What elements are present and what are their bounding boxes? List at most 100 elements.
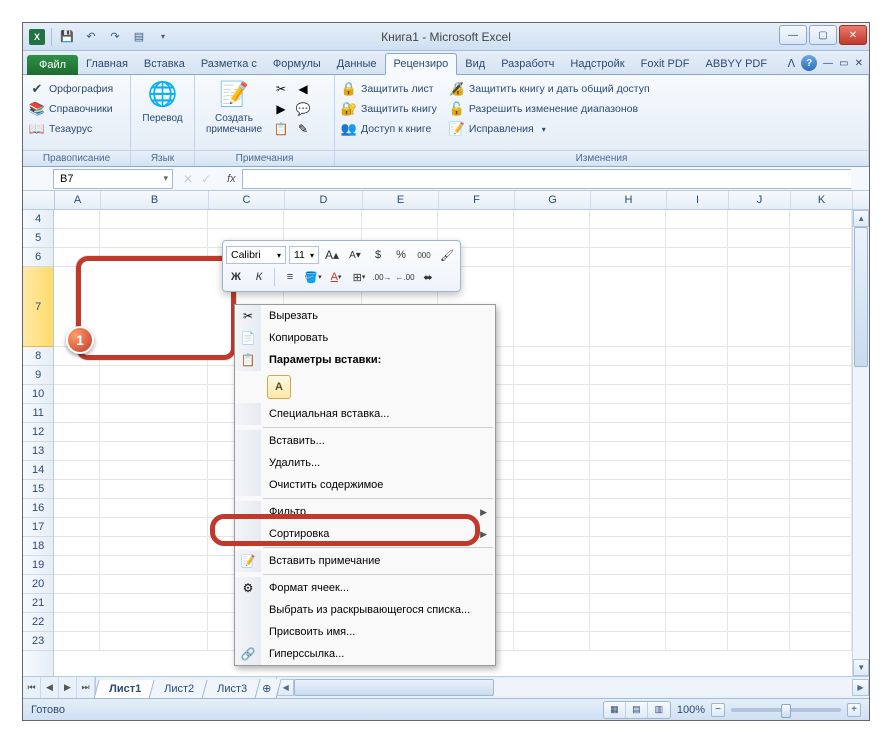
row-header[interactable]: 14: [23, 461, 53, 480]
col-header[interactable]: C: [209, 191, 285, 209]
row-header[interactable]: 8: [23, 347, 53, 366]
name-box[interactable]: B7: [53, 169, 173, 189]
row-header[interactable]: 20: [23, 575, 53, 594]
doc-minimize-icon[interactable]: —: [823, 58, 833, 69]
ctx-pick-from-list[interactable]: Выбрать из раскрывающегося списка...: [235, 599, 495, 621]
tab-home[interactable]: Главная: [78, 54, 136, 74]
tab-addins[interactable]: Надстройк: [562, 54, 632, 74]
scroll-right-button[interactable]: ▶: [852, 679, 869, 696]
ctx-cut[interactable]: ✂Вырезать: [235, 305, 495, 327]
comma-format-icon[interactable]: 000: [414, 245, 434, 265]
translate-button[interactable]: 🌐 Перевод: [137, 79, 188, 124]
col-header[interactable]: G: [515, 191, 591, 209]
ctx-filter[interactable]: Фильтр▶: [235, 501, 495, 523]
format-painter-icon[interactable]: 🖌: [437, 245, 457, 265]
help-icon[interactable]: ?: [801, 55, 817, 71]
sheet-nav-prev[interactable]: ◀: [41, 677, 59, 698]
row-header[interactable]: 18: [23, 537, 53, 556]
tab-view[interactable]: Вид: [457, 54, 493, 74]
enter-formula-icon[interactable]: ✓: [201, 172, 211, 186]
close-button[interactable]: ✕: [839, 25, 867, 45]
scroll-thumb[interactable]: [854, 227, 868, 367]
italic-icon[interactable]: К: [249, 267, 269, 287]
share-workbook-button[interactable]: 👥Доступ к книге: [341, 119, 437, 139]
tab-file[interactable]: Файл: [27, 55, 78, 75]
ctx-format-cells[interactable]: ⚙Формат ячеек...: [235, 577, 495, 599]
save-icon[interactable]: 💾: [58, 28, 76, 46]
tab-review[interactable]: Рецензиро: [385, 53, 458, 75]
row-header[interactable]: 15: [23, 480, 53, 499]
col-header[interactable]: E: [363, 191, 439, 209]
zoom-slider[interactable]: [731, 708, 841, 712]
col-header[interactable]: J: [729, 191, 791, 209]
row-header[interactable]: 12: [23, 423, 53, 442]
row-header[interactable]: 23: [23, 632, 53, 651]
cancel-formula-icon[interactable]: ✕: [183, 172, 193, 186]
sheet-tab[interactable]: Лист2: [149, 680, 210, 699]
page-break-view-button[interactable]: ▥: [648, 702, 670, 718]
col-header[interactable]: F: [439, 191, 515, 209]
protect-sheet-button[interactable]: 🔒Защитить лист: [341, 79, 437, 99]
row-header[interactable]: 7: [23, 267, 53, 347]
mini-font-select[interactable]: Calibri ▾: [226, 246, 286, 264]
fx-label[interactable]: fx: [221, 173, 242, 185]
page-layout-view-button[interactable]: ▤: [626, 702, 648, 718]
decrease-decimal-icon[interactable]: ←.00: [395, 267, 415, 287]
tab-foxit-pdf[interactable]: Foxit PDF: [633, 54, 698, 74]
ctx-sort[interactable]: Сортировка▶: [235, 523, 495, 545]
grow-font-icon[interactable]: A▴: [322, 245, 342, 265]
next-comment-icon[interactable]: ▶: [271, 99, 291, 119]
minimize-ribbon-icon[interactable]: ᐱ: [788, 57, 796, 70]
row-header[interactable]: 22: [23, 613, 53, 632]
protect-workbook-button[interactable]: 🔐Защитить книгу: [341, 99, 437, 119]
row-header[interactable]: 4: [23, 210, 53, 229]
shrink-font-icon[interactable]: A▾: [345, 245, 365, 265]
tab-abbyy-pdf[interactable]: ABBYY PDF: [698, 54, 776, 74]
row-header[interactable]: 19: [23, 556, 53, 575]
row-header[interactable]: 9: [23, 366, 53, 385]
zoom-out-button[interactable]: −: [711, 703, 725, 717]
col-header[interactable]: I: [667, 191, 729, 209]
sheet-nav-first[interactable]: ⏮: [23, 677, 41, 698]
vertical-scrollbar[interactable]: ▲ ▼: [852, 210, 869, 676]
ctx-insert-comment[interactable]: 📝Вставить примечание: [235, 550, 495, 572]
merge-icon[interactable]: ⬌: [418, 267, 438, 287]
sheet-nav-last[interactable]: ⏭: [77, 677, 95, 698]
accounting-format-icon[interactable]: $: [368, 245, 388, 265]
fill-color-icon[interactable]: 🪣▾: [303, 267, 323, 287]
ctx-delete[interactable]: Удалить...: [235, 452, 495, 474]
redo-icon[interactable]: ↷: [106, 28, 124, 46]
allow-ranges-button[interactable]: 🔓Разрешить изменение диапазонов: [449, 99, 650, 119]
show-all-comments-icon[interactable]: 📋: [271, 119, 291, 139]
delete-comment-icon[interactable]: ✂: [271, 79, 291, 99]
percent-format-icon[interactable]: %: [391, 245, 411, 265]
show-ink-icon[interactable]: ✎: [293, 119, 313, 139]
mini-size-select[interactable]: 11▾: [289, 246, 319, 264]
hscroll-thumb[interactable]: [294, 679, 494, 696]
sheet-nav-next[interactable]: ▶: [59, 677, 77, 698]
tab-developer[interactable]: Разработч: [493, 54, 562, 74]
doc-close-icon[interactable]: ✕: [855, 58, 863, 69]
ctx-paste-special[interactable]: Специальная вставка...: [235, 403, 495, 425]
col-header[interactable]: H: [591, 191, 667, 209]
row-header[interactable]: 21: [23, 594, 53, 613]
zoom-in-button[interactable]: +: [847, 703, 861, 717]
paste-option-values[interactable]: A: [267, 375, 291, 399]
ctx-insert[interactable]: Вставить...: [235, 430, 495, 452]
tab-data[interactable]: Данные: [329, 54, 385, 74]
doc-restore-icon[interactable]: ▭: [839, 58, 848, 69]
ctx-copy[interactable]: 📄Копировать: [235, 327, 495, 349]
qat-more-icon[interactable]: ▤: [130, 28, 148, 46]
normal-view-button[interactable]: ▦: [604, 702, 626, 718]
sheet-tab[interactable]: Лист3: [202, 680, 263, 699]
borders-icon[interactable]: ⊞▾: [349, 267, 369, 287]
research-button[interactable]: 📚Справочники: [29, 99, 113, 119]
spelling-button[interactable]: ✔Орфография: [29, 79, 113, 99]
ctx-clear[interactable]: Очистить содержимое: [235, 474, 495, 496]
row-header[interactable]: 5: [23, 229, 53, 248]
qat-dropdown-icon[interactable]: ▾: [154, 28, 172, 46]
font-color-icon[interactable]: A▾: [326, 267, 346, 287]
tab-formulas[interactable]: Формулы: [265, 54, 329, 74]
scroll-up-button[interactable]: ▲: [853, 210, 869, 227]
row-header[interactable]: 6: [23, 248, 53, 267]
